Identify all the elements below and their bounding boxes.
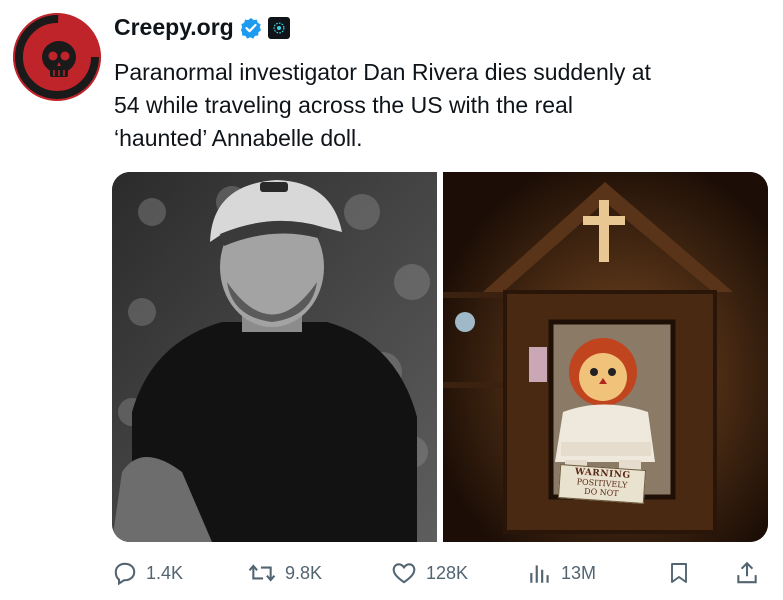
repost-icon	[248, 564, 276, 582]
bookmark-button[interactable]	[667, 556, 691, 590]
views-count: 13M	[561, 562, 597, 583]
post-text: Paranormal investigator Dan Rivera dies …	[114, 59, 651, 151]
media-grid: WARNING POSITIVELY DO NOT	[112, 172, 768, 542]
views-button[interactable]: 13M	[527, 556, 596, 590]
warning-sign: WARNING POSITIVELY DO NOT	[557, 464, 647, 504]
repost-count: 9.8K	[285, 562, 323, 583]
author-name[interactable]: Creepy.org	[114, 14, 234, 41]
reply-icon	[114, 562, 136, 586]
avatar[interactable]	[13, 13, 101, 101]
photo-annabelle-case[interactable]: WARNING POSITIVELY DO NOT	[443, 172, 768, 542]
verified-badge-icon[interactable]	[240, 17, 262, 39]
views-icon	[530, 565, 549, 583]
action-bar: 1.4K 9.8K 128K 13M	[112, 556, 772, 590]
share-icon	[737, 561, 757, 584]
reply-count: 1.4K	[146, 562, 184, 583]
reply-button[interactable]: 1.4K	[112, 556, 183, 590]
like-count: 128K	[426, 562, 469, 583]
skull-logo-icon	[13, 13, 101, 101]
heart-icon	[392, 563, 416, 584]
like-button[interactable]: 128K	[390, 556, 468, 590]
affiliate-badge-icon[interactable]	[267, 16, 290, 39]
bookmark-icon	[671, 563, 687, 583]
share-button[interactable]	[734, 556, 760, 590]
post-header: Creepy.org	[114, 14, 290, 41]
photo-man-portrait[interactable]	[112, 172, 437, 542]
repost-button[interactable]: 9.8K	[247, 556, 322, 590]
